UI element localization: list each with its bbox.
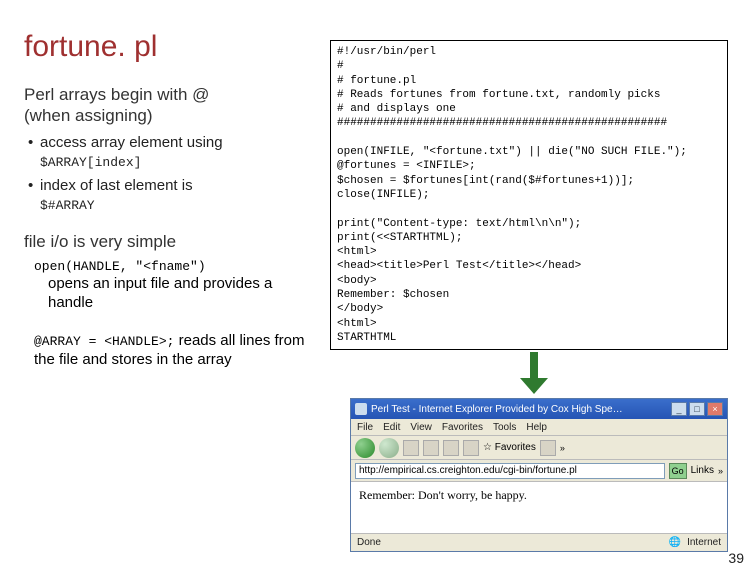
menu-file[interactable]: File <box>357 422 373 433</box>
perl-source-code: #!/usr/bin/perl # # fortune.pl # Reads f… <box>330 40 728 350</box>
search-icon[interactable] <box>463 440 479 456</box>
read-block: @ARRAY = <HANDLE>; reads all lines from … <box>34 331 309 370</box>
back-button[interactable] <box>355 438 375 458</box>
menu-edit[interactable]: Edit <box>383 422 400 433</box>
arrays-heading: Perl arrays begin with @ (when assigning… <box>24 84 309 127</box>
browser-window: Perl Test - Internet Explorer Provided b… <box>350 398 728 552</box>
fileio-heading: file i/o is very simple <box>24 231 309 252</box>
browser-content: Remember: Don't worry, be happy. <box>351 482 727 532</box>
status-zone: Internet <box>687 537 721 548</box>
browser-toolbar: ☆ Favorites » <box>351 436 727 460</box>
toolbar-overflow-icon[interactable]: » <box>560 443 565 453</box>
maximize-button[interactable]: □ <box>689 402 705 416</box>
bullet-access-code: $ARRAY[index] <box>40 155 141 170</box>
status-done: Done <box>357 537 381 548</box>
menu-help[interactable]: Help <box>526 422 547 433</box>
browser-statusbar: Done 🌐 Internet <box>351 533 727 551</box>
close-button[interactable]: × <box>707 402 723 416</box>
menu-favorites[interactable]: Favorites <box>442 422 483 433</box>
links-overflow-icon[interactable]: » <box>718 466 723 476</box>
history-icon[interactable] <box>540 440 556 456</box>
address-input[interactable] <box>355 463 665 479</box>
minimize-button[interactable]: _ <box>671 402 687 416</box>
read-code: @ARRAY = <HANDLE>; <box>34 334 174 349</box>
go-button[interactable]: Go <box>669 463 687 479</box>
home-icon[interactable] <box>443 440 459 456</box>
arrays-heading-line2: (when assigning) <box>24 106 153 125</box>
refresh-icon[interactable] <box>423 440 439 456</box>
browser-addressbar: Go Links » <box>351 460 727 482</box>
page-number: 39 <box>728 550 744 566</box>
toolbar-favorites[interactable]: ☆ Favorites <box>483 442 536 453</box>
arrow-down-icon <box>520 352 548 396</box>
browser-menubar: File Edit View Favorites Tools Help <box>351 419 727 436</box>
globe-icon: 🌐 <box>669 537 681 548</box>
open-desc: opens an input file and provides a handl… <box>48 274 309 313</box>
bullet-index-text: index of last element is <box>40 177 193 194</box>
arrays-heading-line1: Perl arrays begin with @ <box>24 85 209 104</box>
browser-titlebar: Perl Test - Internet Explorer Provided b… <box>351 399 727 419</box>
browser-title: Perl Test - Internet Explorer Provided b… <box>371 404 667 415</box>
bullet-index: index of last element is $#ARRAY <box>28 176 309 215</box>
stop-icon[interactable] <box>403 440 419 456</box>
bullet-access-text: access array element using <box>40 134 223 151</box>
ie-icon <box>355 403 367 415</box>
open-code: open(HANDLE, "<fname") <box>34 259 309 274</box>
right-column: #!/usr/bin/perl # # fortune.pl # Reads f… <box>330 40 728 350</box>
menu-view[interactable]: View <box>410 422 432 433</box>
links-label[interactable]: Links <box>691 465 714 476</box>
bullet-access: access array element using $ARRAY[index] <box>28 133 309 172</box>
left-column: Perl arrays begin with @ (when assigning… <box>24 80 309 370</box>
bullet-index-code: $#ARRAY <box>40 198 95 213</box>
menu-tools[interactable]: Tools <box>493 422 516 433</box>
forward-button[interactable] <box>379 438 399 458</box>
